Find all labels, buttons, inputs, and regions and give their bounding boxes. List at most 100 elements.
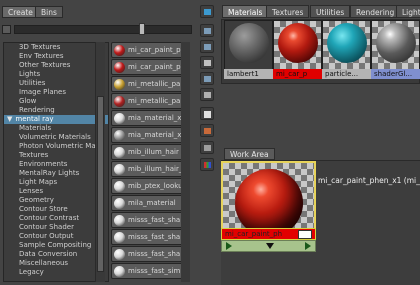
output-port-icon[interactable] [305, 242, 311, 250]
expand-attributes-icon[interactable] [266, 243, 274, 249]
node-button[interactable]: mib_illum_hair [111, 144, 188, 160]
tree-item-label: Contour Store [19, 205, 68, 213]
tab-textures[interactable]: Textures [266, 5, 310, 18]
tree-item[interactable]: Lights [4, 70, 108, 79]
material-swatch[interactable] [224, 20, 273, 70]
tree-item-label: Materials [19, 124, 52, 132]
tree-item[interactable]: Light Maps [4, 178, 108, 187]
tab-rendering[interactable]: Rendering [350, 5, 401, 18]
node-button[interactable]: mib_ptex_looku [111, 178, 188, 194]
tree-item-label: Utilities [19, 79, 46, 87]
tree-item-label: Photon Volumetric Ma... [19, 142, 103, 150]
tab-utilities[interactable]: Utilities [310, 5, 351, 18]
node-button[interactable]: misss_fast_sha [111, 229, 188, 245]
tree-item[interactable]: Contour Shader [4, 223, 108, 232]
material-swatch[interactable] [322, 20, 371, 70]
node-label: mib_ptex_looku [128, 182, 183, 190]
material-sphere-icon [114, 248, 125, 260]
tree-item[interactable]: Environments [4, 160, 108, 169]
tree-item[interactable]: Geometry [4, 196, 108, 205]
tree-item-label: Image Planes [19, 88, 66, 96]
graph-icon [204, 9, 211, 15]
node-port-bar[interactable] [221, 240, 316, 252]
tree-item[interactable]: Utilities [4, 79, 108, 88]
input-connections-button[interactable] [200, 24, 214, 37]
tree-item-label: Other Textures [19, 61, 71, 69]
tree-item[interactable]: Textures [4, 151, 108, 160]
tree-item-label: Textures [19, 151, 49, 159]
node-button[interactable]: misss_fast_sha [111, 212, 188, 228]
tree-item-label: Contour Output [19, 232, 74, 240]
node-button[interactable]: mia_material_x [111, 110, 188, 126]
node-button[interactable]: mi_car_paint_p [111, 59, 188, 75]
tree-item[interactable]: Glow [4, 97, 108, 106]
tab-materials[interactable]: Materials [222, 5, 269, 18]
node-button[interactable]: mi_metallic_pai [111, 93, 188, 109]
material-swatch[interactable] [273, 20, 322, 70]
tab-work-area[interactable]: Work Area [224, 148, 275, 160]
view-mode-button[interactable] [200, 88, 214, 101]
material-sphere-icon [114, 129, 125, 141]
input-port-icon[interactable] [226, 242, 232, 250]
tree-item[interactable]: MentalRay Lights [4, 169, 108, 178]
node-label: mib_illum_hair_ [128, 165, 183, 173]
tree-item-label: Glow [19, 97, 37, 105]
tree-item-label: mental ray [15, 115, 54, 123]
material-sphere-icon [114, 146, 125, 158]
graph-input-output-button[interactable] [200, 5, 214, 18]
clear-graph-button[interactable] [200, 56, 214, 69]
tree-item[interactable]: Sample Compositing [4, 241, 108, 250]
swatch-sphere-preview [229, 23, 269, 63]
tree-item[interactable]: Lenses [4, 187, 108, 196]
node-list-scrollbar[interactable] [181, 42, 190, 282]
tree-item[interactable]: Env Textures [4, 52, 108, 61]
tree-item[interactable]: Rendering [4, 106, 108, 115]
node-button[interactable]: mila_material [111, 195, 188, 211]
tree-item[interactable]: Volumetric Materials [4, 133, 108, 142]
sort-alpha-button[interactable] [200, 107, 214, 120]
sort-type-button[interactable] [200, 124, 214, 137]
node-button[interactable]: misss_fast_sim [111, 263, 188, 279]
sort-az-icon [204, 111, 211, 118]
tree-scrollbar[interactable] [95, 42, 105, 282]
slider-reset-button[interactable] [2, 25, 11, 34]
output-connector-icon[interactable] [298, 230, 312, 239]
car-paint-sphere-preview [235, 169, 303, 237]
tree-item[interactable]: Image Planes [4, 88, 108, 97]
render-colors-button[interactable] [200, 158, 214, 171]
tree-item-label: Legacy [19, 268, 44, 276]
tree-item[interactable]: Materials [4, 124, 108, 133]
tree-item[interactable]: Other Textures [4, 61, 108, 70]
tree-item[interactable]: Data Conversion [4, 250, 108, 259]
tree-item[interactable]: Contour Output [4, 232, 108, 241]
rearrange-icon [204, 76, 211, 82]
tree-item[interactable]: 3D Textures [4, 43, 108, 52]
expand-arrow-icon[interactable]: ▼ [7, 115, 12, 123]
material-swatch[interactable] [371, 20, 420, 70]
rearrange-graph-button[interactable] [200, 72, 214, 85]
material-sphere-icon [114, 95, 125, 107]
tree-item[interactable]: Photon Volumetric Ma... [4, 142, 108, 151]
tree-item[interactable]: Miscellaneous [4, 259, 108, 268]
swatch-sphere-preview [278, 23, 318, 63]
tree-item-selected[interactable]: ▼ mental ray [4, 115, 108, 124]
tab-create[interactable]: Create [2, 6, 39, 18]
node-button[interactable]: mi_car_paint_p [111, 42, 188, 58]
tree-scrollbar-thumb[interactable] [97, 96, 104, 272]
tree-item[interactable]: Contour Store [4, 205, 108, 214]
tab-lights[interactable]: Light [396, 5, 420, 18]
node-button[interactable]: misss_fast_sha [111, 246, 188, 262]
output-connections-button[interactable] [200, 40, 214, 53]
tree-item[interactable]: Contour Contrast [4, 214, 108, 223]
node-button[interactable]: mi_metallic_pai [111, 76, 188, 92]
tab-bins[interactable]: Bins [35, 6, 63, 18]
tree-item[interactable]: Legacy [4, 268, 108, 277]
node-button[interactable]: mia_material_x [111, 127, 188, 143]
icon-size-slider[interactable] [14, 25, 192, 34]
node-button[interactable]: mib_illum_hair_ [111, 161, 188, 177]
toggle-swatch-button[interactable] [200, 141, 214, 154]
tree-item-label: Contour Contrast [19, 214, 80, 222]
category-tree: 3D Textures Env Textures Other Textures Lig… [3, 42, 109, 282]
input-connections-icon [204, 28, 211, 34]
slider-handle[interactable] [139, 23, 145, 35]
